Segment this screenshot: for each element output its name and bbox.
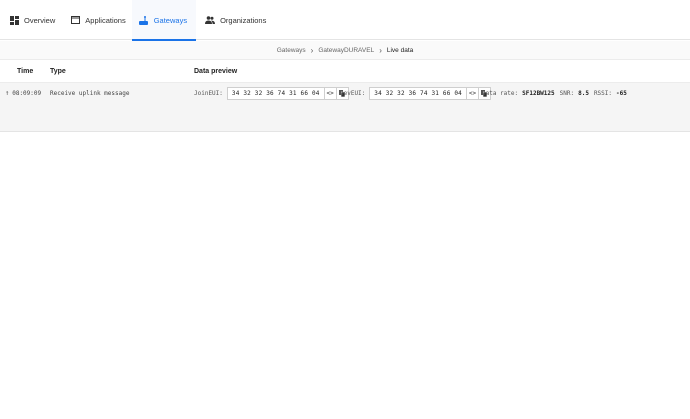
- chevron-right-icon: ›: [379, 45, 382, 55]
- snr-label: SNR:: [559, 89, 575, 97]
- rssi-value: -65: [616, 89, 627, 97]
- tab-overview[interactable]: Overview: [0, 0, 61, 40]
- breadcrumb-gateway[interactable]: GatewayDURAVEL: [318, 47, 374, 54]
- dev-eui-label: DevEUI:: [340, 89, 366, 97]
- dev-eui-value: 34 32 32 36 74 31 66 04: [374, 89, 462, 97]
- radio-metadata: Data rate: SF12BW125 SNR: 8.5 RSSI: -65: [482, 83, 627, 103]
- tab-organizations-label: Organizations: [220, 15, 267, 25]
- data-rate-label: Data rate:: [482, 89, 519, 97]
- top-navigation: Overview Applications Gateways Organizat…: [0, 0, 690, 41]
- join-eui-value: 34 32 32 36 74 31 66 04: [231, 89, 320, 97]
- join-eui-box: 34 32 32 36 74 31 66 04 <>: [226, 86, 349, 100]
- arrow-up-icon: ↑: [5, 89, 10, 97]
- rssi-label: RSSI:: [593, 89, 612, 97]
- join-eui-preview: JoinEUI: 34 32 32 36 74 31 66 04 <>: [194, 83, 349, 103]
- tab-gateways-label: Gateways: [153, 15, 188, 25]
- tab-applications[interactable]: Applications: [61, 0, 131, 40]
- toggle-format-icon[interactable]: <>: [323, 86, 336, 100]
- window-icon: [70, 15, 80, 25]
- snr-value: 8.5: [578, 89, 589, 97]
- data-rate-value: SF12BW125: [522, 89, 555, 97]
- chevron-right-icon: ›: [310, 45, 314, 55]
- toggle-format-icon[interactable]: <>: [465, 86, 478, 100]
- people-icon: [205, 15, 216, 25]
- breadcrumb-gateways[interactable]: Gateways: [277, 47, 306, 54]
- row-type: Receive uplink message: [50, 89, 130, 97]
- breadcrumb-current: Live data: [386, 46, 414, 54]
- gateway-icon: [139, 15, 149, 25]
- column-time: Time: [17, 68, 34, 75]
- tab-gateways[interactable]: Gateways: [131, 0, 197, 41]
- dev-eui-preview: DevEUI: 34 32 32 36 74 31 66 04 <>: [340, 83, 491, 103]
- row-time-value: 08:09:09: [12, 89, 42, 97]
- tab-organizations[interactable]: Organizations: [196, 0, 272, 40]
- grid-icon: [9, 15, 19, 25]
- tab-overview-label: Overview: [24, 15, 56, 25]
- table-row[interactable]: ↑ 08:09:09 Receive uplink message JoinEU…: [0, 82, 690, 132]
- join-eui-label: JoinEUI:: [194, 89, 223, 97]
- column-type: Type: [50, 68, 66, 75]
- tab-applications-label: Applications: [85, 15, 126, 25]
- table-header: Time Type Data preview: [0, 62, 690, 82]
- dev-eui-box: 34 32 32 36 74 31 66 04 <>: [369, 86, 491, 100]
- row-time: ↑ 08:09:09: [5, 83, 41, 103]
- column-data-preview: Data preview: [194, 68, 238, 75]
- breadcrumb: Gateways › GatewayDURAVEL › Live data: [0, 41, 690, 60]
